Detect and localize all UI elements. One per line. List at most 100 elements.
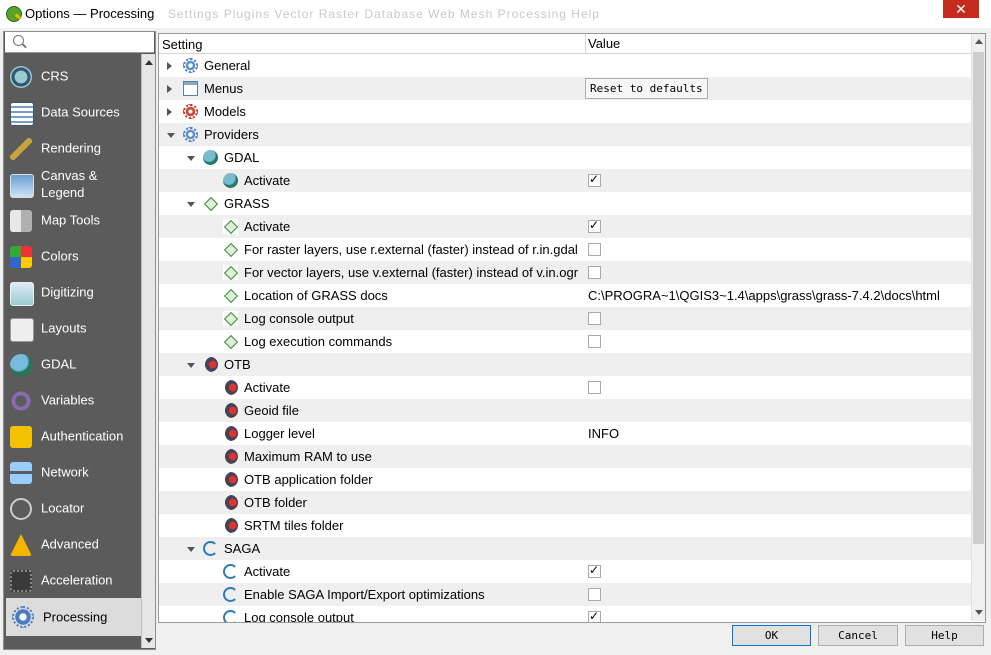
setting-checkbox[interactable] [588, 312, 601, 325]
setting-label: Activate [244, 380, 291, 395]
tree-row[interactable]: Providers [159, 123, 971, 146]
sidebar-item-label: Advanced [41, 536, 99, 552]
sidebar-item-map-tools[interactable]: Map Tools [4, 202, 141, 238]
sidebar-item-rendering[interactable]: Rendering [4, 130, 141, 166]
setting-label: GRASS [224, 196, 270, 211]
expand-arrow-open-icon[interactable] [167, 133, 175, 138]
sidebar-item-variables[interactable]: Variables [4, 382, 141, 418]
sidebar-item-layouts[interactable]: Layouts [4, 310, 141, 346]
tree-row[interactable]: Log execution commands [159, 330, 971, 353]
setting-value[interactable]: INFO [588, 426, 619, 441]
expand-arrow-open-icon[interactable] [187, 156, 195, 161]
sidebar-item-canvas-legend[interactable]: Canvas & Legend [4, 166, 141, 202]
scroll-up-icon[interactable] [145, 60, 153, 65]
setting-checkbox[interactable] [588, 266, 601, 279]
sidebar-item-locator[interactable]: Locator [4, 490, 141, 526]
tree-row[interactable]: Maximum RAM to use [159, 445, 971, 468]
setting-checkbox[interactable] [588, 172, 601, 187]
scrollbar-thumb[interactable] [973, 52, 984, 544]
tree-row[interactable]: SAGA [159, 537, 971, 560]
settings-tree: Setting Value General Menus Reset to defau… [158, 33, 986, 623]
tree-rows: General Menus Reset to defaults Models Provi… [159, 54, 971, 622]
tree-row[interactable]: OTB [159, 353, 971, 376]
sidebar-item-digitizing[interactable]: Digitizing [4, 274, 141, 310]
sidebar-item-label: Acceleration [41, 572, 113, 588]
scroll-down-icon[interactable] [145, 638, 153, 643]
setting-label: SRTM tiles folder [244, 518, 344, 533]
column-header-value[interactable]: Value [585, 34, 620, 53]
tree-row[interactable]: OTB folder [159, 491, 971, 514]
tree-row[interactable]: OTB application folder [159, 468, 971, 491]
tree-row[interactable]: Location of GRASS docs C:\PROGRA~1\QGIS3~… [159, 284, 971, 307]
sidebar-item-advanced[interactable]: Advanced [4, 526, 141, 562]
sidebar-item-label: GDAL [41, 356, 77, 372]
sidebar-item-label: Network [41, 464, 89, 480]
setting-label: For vector layers, use v.external (faste… [244, 265, 579, 280]
tree-row[interactable]: Activate [159, 560, 971, 583]
tree-row[interactable]: GRASS [159, 192, 971, 215]
sidebar-item-data-sources[interactable]: Data Sources [4, 94, 141, 130]
sidebar-item-label: Colors [41, 248, 79, 264]
help-button[interactable]: Help [905, 625, 984, 646]
tree-row[interactable]: Log console output [159, 606, 971, 622]
sidebar-item-network[interactable]: Network [4, 454, 141, 490]
setting-checkbox[interactable] [588, 588, 601, 601]
tree-row[interactable]: Geoid file [159, 399, 971, 422]
search-input[interactable] [5, 32, 154, 53]
grass-icon [223, 288, 238, 303]
gear-icon [12, 606, 34, 628]
tree-row[interactable]: For vector layers, use v.external (faste… [159, 261, 971, 284]
tree-row[interactable]: Logger level INFO [159, 422, 971, 445]
sidebar-item-processing[interactable]: Processing [6, 598, 141, 636]
sidebar-item-colors[interactable]: Colors [4, 238, 141, 274]
tree-row[interactable]: Log console output [159, 307, 971, 330]
tree-scrollbar[interactable] [971, 34, 985, 621]
expand-arrow-closed-icon[interactable] [167, 62, 172, 70]
otb-icon [223, 449, 238, 464]
tree-row[interactable]: General [159, 54, 971, 77]
tree-row[interactable]: SRTM tiles folder [159, 514, 971, 537]
grass-icon [223, 265, 238, 280]
setting-value[interactable]: C:\PROGRA~1\QGIS3~1.4\apps\grass\grass-7… [588, 288, 940, 303]
tree-row[interactable]: Activate [159, 169, 971, 192]
tree-row[interactable]: Activate [159, 376, 971, 399]
tree-header: Setting Value [159, 34, 971, 54]
reset-to-defaults-button[interactable]: Reset to defaults [585, 78, 708, 99]
tree-row[interactable]: Menus Reset to defaults [159, 77, 971, 100]
setting-checkbox[interactable] [588, 335, 601, 348]
close-button[interactable]: ✕ [943, 0, 979, 18]
cancel-button[interactable]: Cancel [818, 625, 898, 646]
otb-icon [223, 403, 238, 418]
tree-row[interactable]: For raster layers, use r.external (faste… [159, 238, 971, 261]
ok-button[interactable]: OK [732, 625, 811, 646]
expand-arrow-closed-icon[interactable] [167, 85, 172, 93]
sidebar-scrollbar[interactable] [141, 54, 155, 648]
scroll-up-icon[interactable] [975, 39, 983, 44]
sidebar-item-label: CRS [41, 68, 69, 84]
sidebar-item-crs[interactable]: CRS [4, 58, 141, 94]
tree-row[interactable]: Models [159, 100, 971, 123]
tree-row[interactable]: Activate [159, 215, 971, 238]
tree-row[interactable]: GDAL [159, 146, 971, 169]
sidebar-item-gdal[interactable]: GDAL [4, 346, 141, 382]
options-sidebar: CRS Data Sources Rendering Canvas & Legend M… [3, 31, 156, 650]
grass-icon [223, 311, 238, 326]
expand-arrow-open-icon[interactable] [187, 363, 195, 368]
sidebar-item-acceleration[interactable]: Acceleration [4, 562, 141, 598]
column-header-setting[interactable]: Setting [162, 37, 202, 52]
tree-row[interactable]: Enable SAGA Import/Export optimizations [159, 583, 971, 606]
network-icon [10, 462, 32, 484]
setting-checkbox[interactable] [588, 563, 601, 578]
gdal-icon [223, 173, 238, 188]
expand-arrow-closed-icon[interactable] [167, 108, 172, 116]
expand-arrow-open-icon[interactable] [187, 202, 195, 207]
setting-checkbox[interactable] [588, 218, 601, 233]
scroll-down-icon[interactable] [975, 610, 983, 615]
map-tools-icon [10, 210, 32, 232]
sidebar-item-authentication[interactable]: Authentication [4, 418, 141, 454]
setting-checkbox[interactable] [588, 609, 601, 622]
setting-checkbox[interactable] [588, 381, 601, 394]
expand-arrow-open-icon[interactable] [187, 547, 195, 552]
setting-checkbox[interactable] [588, 243, 601, 256]
sidebar-item-label: Canvas & Legend [41, 168, 98, 200]
